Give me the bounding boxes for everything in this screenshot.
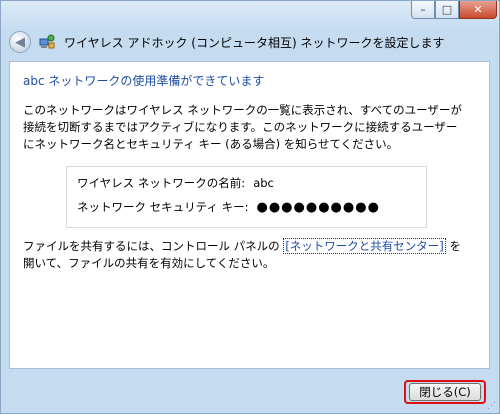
close-window-button[interactable]: ✕: [459, 1, 497, 19]
maximize-icon: □: [441, 3, 453, 16]
network-sharing-center-link[interactable]: [ネットワークと共有センター]: [283, 238, 446, 254]
title-bar[interactable]: – □ ✕: [1, 1, 499, 27]
network-info-box: ワイヤレス ネットワークの名前: abc ネットワーク セキュリティ キー: ●●●…: [66, 166, 427, 228]
back-arrow-icon: ◀: [15, 34, 25, 50]
status-heading: abc ネットワークの使用準備ができています: [23, 74, 265, 88]
network-name-value: abc: [253, 176, 274, 190]
sharing-text-before: ファイルを共有するには、コントロール パネルの: [23, 239, 284, 253]
close-button-highlight: 閉じる(C): [404, 380, 486, 404]
security-key-value: ●●●●●●●●●●: [256, 200, 380, 215]
close-icon: ✕: [473, 3, 483, 16]
network-name-label: ワイヤレス ネットワークの名前:: [77, 176, 246, 190]
security-key-row: ネットワーク セキュリティ キー: ●●●●●●●●●●: [77, 199, 380, 215]
network-wizard-icon: [39, 34, 55, 50]
back-button[interactable]: ◀: [9, 31, 31, 53]
resize-grip-icon[interactable]: ⋰: [487, 401, 497, 411]
minimize-icon: –: [420, 3, 426, 16]
sharing-paragraph: ファイルを共有するには、コントロール パネルの [ネットワークと共有センター] …: [23, 238, 468, 272]
footer-bar: 閉じる(C) ⋰: [1, 371, 499, 413]
network-name-row: ワイヤレス ネットワークの名前: abc: [77, 175, 274, 191]
close-button[interactable]: 閉じる(C): [409, 383, 481, 401]
content-panel: abc ネットワークの使用準備ができています このネットワークはワイヤレス ネッ…: [9, 61, 490, 369]
security-key-label: ネットワーク セキュリティ キー:: [77, 200, 249, 214]
minimize-button[interactable]: –: [411, 1, 435, 19]
instruction-paragraph: このネットワークはワイヤレス ネットワークの一覧に表示され、すべてのユーザーが接…: [23, 103, 462, 151]
maximize-button[interactable]: □: [435, 1, 459, 19]
wizard-header: ◀ ワイヤレス アドホック (コンピュータ相互) ネットワークを設定します: [1, 25, 499, 59]
window-title: ワイヤレス アドホック (コンピュータ相互) ネットワークを設定します: [64, 35, 445, 50]
wizard-window: – □ ✕ ◀ ワイヤレス アドホック (コンピュータ相互) ネットワークを設定…: [0, 0, 500, 414]
